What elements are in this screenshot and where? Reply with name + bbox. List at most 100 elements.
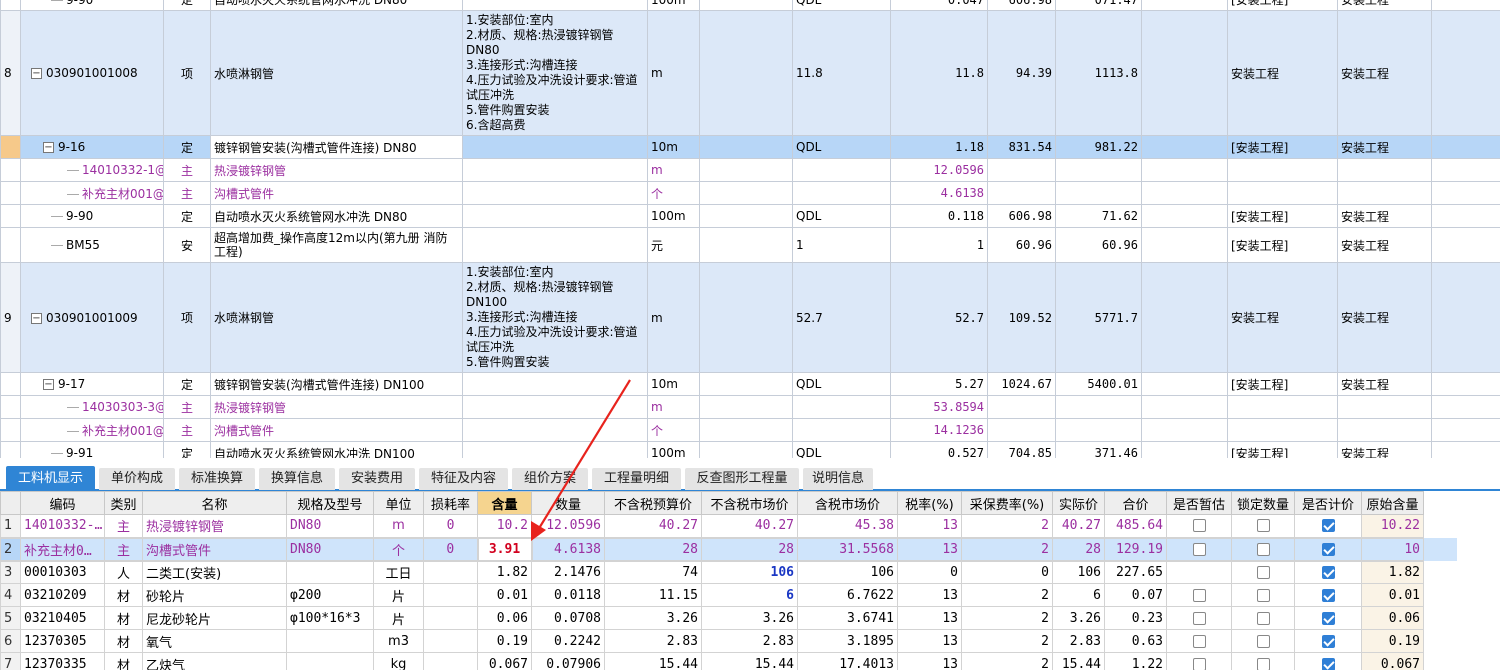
tab-conversion-info[interactable]: 换算信息 <box>259 468 335 490</box>
collapse-icon[interactable]: − <box>31 312 42 324</box>
row-budget-price[interactable]: 2.83 <box>604 629 702 653</box>
row-loss-rate[interactable]: 0 <box>423 514 478 538</box>
tab-quantity-details[interactable]: 工程量明细 <box>592 468 681 490</box>
collapse-icon[interactable]: − <box>31 68 42 79</box>
table-row[interactable]: 9 −030901001009 项 水喷淋钢管 1.安装部位:室内 2.材质、规… <box>0 262 1500 373</box>
col-header-content[interactable]: 含量 <box>477 491 532 515</box>
table-row[interactable]: 8 −030901001008 项 水喷淋钢管 1.安装部位:室内 2.材质、规… <box>0 10 1500 136</box>
table-row[interactable]: 6 12370305 材氧气 m3 0.19 0.2242 2.83 2.83 3.1895 13… <box>0 629 1458 653</box>
row-total-price[interactable]: 0.23 <box>1104 606 1167 630</box>
row-name[interactable]: 二类工(安装) <box>142 560 287 584</box>
table-row[interactable]: 5 03210405 材尼龙砂轮片 φ100*16*3 片 0.06 0.0708 3.26 3… <box>0 606 1458 630</box>
row-total-price[interactable]: 485.64 <box>1104 514 1167 538</box>
tab-unit-price-composition[interactable]: 单价构成 <box>99 468 175 490</box>
row-market-price[interactable]: 6 <box>701 583 798 607</box>
col-header-name[interactable]: 名称 <box>142 491 287 515</box>
row-loss-rate[interactable] <box>423 652 478 670</box>
row-name[interactable]: 热浸镀锌钢管 <box>210 395 463 419</box>
row-unit[interactable]: 工日 <box>373 560 424 584</box>
row-code[interactable]: 00010303 <box>20 560 105 584</box>
row-code[interactable]: 补充主材0… <box>20 536 105 562</box>
is-priced-checkbox[interactable] <box>1321 565 1335 579</box>
col-header-original-content[interactable]: 原始含量 <box>1361 491 1424 515</box>
table-row[interactable]: 1 14010332-… 主热浸镀锌钢管 DN80 m 0 10.2 12.0596 40.27… <box>0 514 1458 538</box>
row-name[interactable]: 自动喷水灭火系统管网水冲洗 DN80 <box>210 0 463 11</box>
row-quantity[interactable]: 0.07906 <box>531 652 605 670</box>
is-priced-checkbox[interactable] <box>1321 542 1335 556</box>
col-header-loss-rate[interactable]: 损耗率 <box>423 491 478 515</box>
tab-installation-fees[interactable]: 安装费用 <box>339 468 415 490</box>
row-name[interactable]: 镀锌钢管安装(沟槽式管件连接) DN100 <box>210 372 463 396</box>
is-estimate-checkbox[interactable] <box>1192 588 1206 602</box>
row-category[interactable]: 材 <box>104 652 143 670</box>
row-content[interactable]: 10.2 <box>477 514 532 538</box>
lock-quantity-checkbox[interactable] <box>1256 588 1270 602</box>
row-number[interactable]: 5 <box>0 606 21 630</box>
row-quantity[interactable]: 0.0708 <box>531 606 605 630</box>
row-code[interactable]: 12370335 <box>20 652 105 670</box>
row-procurement-fee[interactable]: 2 <box>961 629 1053 653</box>
is-priced-checkbox[interactable] <box>1321 519 1335 533</box>
row-name[interactable]: 砂轮片 <box>142 583 287 607</box>
row-number[interactable]: 6 <box>0 629 21 653</box>
row-original-content[interactable]: 1.82 <box>1361 560 1424 584</box>
row-number[interactable]: 3 <box>0 560 21 584</box>
row-procurement-fee[interactable]: 2 <box>961 606 1053 630</box>
table-row[interactable]: 7 12370335 材乙炔气 kg 0.067 0.07906 15.44 15.44 17.… <box>0 652 1458 670</box>
row-actual-price[interactable]: 40.27 <box>1052 514 1105 538</box>
row-budget-price[interactable]: 15.44 <box>604 652 702 670</box>
row-name[interactable]: 水喷淋钢管 <box>210 262 463 373</box>
row-actual-price[interactable]: 6 <box>1052 583 1105 607</box>
row-content[interactable]: 1.82 <box>477 560 532 584</box>
row-market-price-incl-tax[interactable]: 45.38 <box>797 514 898 538</box>
is-estimate-checkbox[interactable] <box>1192 542 1206 556</box>
tab-standard-conversion[interactable]: 标准换算 <box>179 468 255 490</box>
is-priced-checkbox[interactable] <box>1321 588 1335 602</box>
row-name[interactable]: 自动喷水灭火系统管网水冲洗 DN100 <box>210 441 463 458</box>
table-row[interactable]: 9-91 定 自动喷水灭火系统管网水冲洗 DN100 100m QDL 0.52… <box>0 441 1500 458</box>
tab-notes[interactable]: 说明信息 <box>803 468 873 490</box>
row-actual-price[interactable]: 28 <box>1052 536 1105 562</box>
is-estimate-checkbox[interactable] <box>1192 657 1206 670</box>
table-row[interactable]: 14010332-1@1 主 热浸镀锌钢管 m 12.0596 <box>0 158 1500 182</box>
row-category[interactable]: 材 <box>104 629 143 653</box>
row-content[interactable]: 0.067 <box>477 652 532 670</box>
row-market-price[interactable]: 28 <box>701 536 798 562</box>
row-content[interactable]: 0.01 <box>477 583 532 607</box>
row-content[interactable]: 3.91 <box>476 536 533 562</box>
row-total-price[interactable]: 129.19 <box>1104 536 1167 562</box>
col-header-code[interactable]: 编码 <box>20 491 105 515</box>
row-tax-rate[interactable]: 13 <box>897 536 962 562</box>
row-name[interactable]: 超高增加费_操作高度12m以内(第九册 消防工程) <box>210 227 463 263</box>
table-row[interactable]: BM55 安 超高增加费_操作高度12m以内(第九册 消防工程) 元 1 1 6… <box>0 227 1500 263</box>
col-header-category[interactable]: 类别 <box>104 491 143 515</box>
tab-pricing-scheme[interactable]: 组价方案 <box>512 468 588 490</box>
is-estimate-checkbox[interactable] <box>1192 611 1206 625</box>
col-header-procurement-fee-rate[interactable]: 采保费率(%) <box>961 491 1053 515</box>
row-number[interactable]: 7 <box>0 652 21 670</box>
row-market-price[interactable]: 2.83 <box>701 629 798 653</box>
row-tax-rate[interactable]: 0 <box>897 560 962 584</box>
row-name[interactable]: 沟槽式管件 <box>142 536 287 562</box>
row-number[interactable]: 1 <box>0 514 21 538</box>
table-row[interactable]: −9-17 定 镀锌钢管安装(沟槽式管件连接) DN100 10m QDL 5.… <box>0 372 1500 396</box>
row-code[interactable]: 03210405 <box>20 606 105 630</box>
table-row-selected[interactable]: 2 补充主材0… 主沟槽式管件 DN80 个 0 3.91 4.6138 28 28 31.5568… <box>0 536 1458 562</box>
row-total-price[interactable]: 0.63 <box>1104 629 1167 653</box>
lock-quantity-checkbox[interactable] <box>1256 519 1270 533</box>
row-tax-rate[interactable]: 13 <box>897 606 962 630</box>
row-tax-rate[interactable]: 13 <box>897 583 962 607</box>
row-category[interactable]: 主 <box>104 514 143 538</box>
row-unit[interactable]: kg <box>373 652 424 670</box>
row-procurement-fee[interactable]: 2 <box>961 652 1053 670</box>
row-procurement-fee[interactable]: 0 <box>961 560 1053 584</box>
row-original-content[interactable]: 10 <box>1361 536 1424 562</box>
row-market-price-incl-tax[interactable]: 31.5568 <box>797 536 898 562</box>
table-row-selected[interactable]: −9-16 定 镀锌钢管安装(沟槽式管件连接) DN80 10m QDL 1.1… <box>0 135 1500 159</box>
row-market-price-incl-tax[interactable]: 6.7622 <box>797 583 898 607</box>
row-name[interactable]: 热浸镀锌钢管 <box>142 514 287 538</box>
col-header-unit[interactable]: 单位 <box>373 491 424 515</box>
row-budget-price[interactable]: 40.27 <box>604 514 702 538</box>
row-category[interactable]: 主 <box>104 536 143 562</box>
row-tax-rate[interactable]: 13 <box>897 652 962 670</box>
